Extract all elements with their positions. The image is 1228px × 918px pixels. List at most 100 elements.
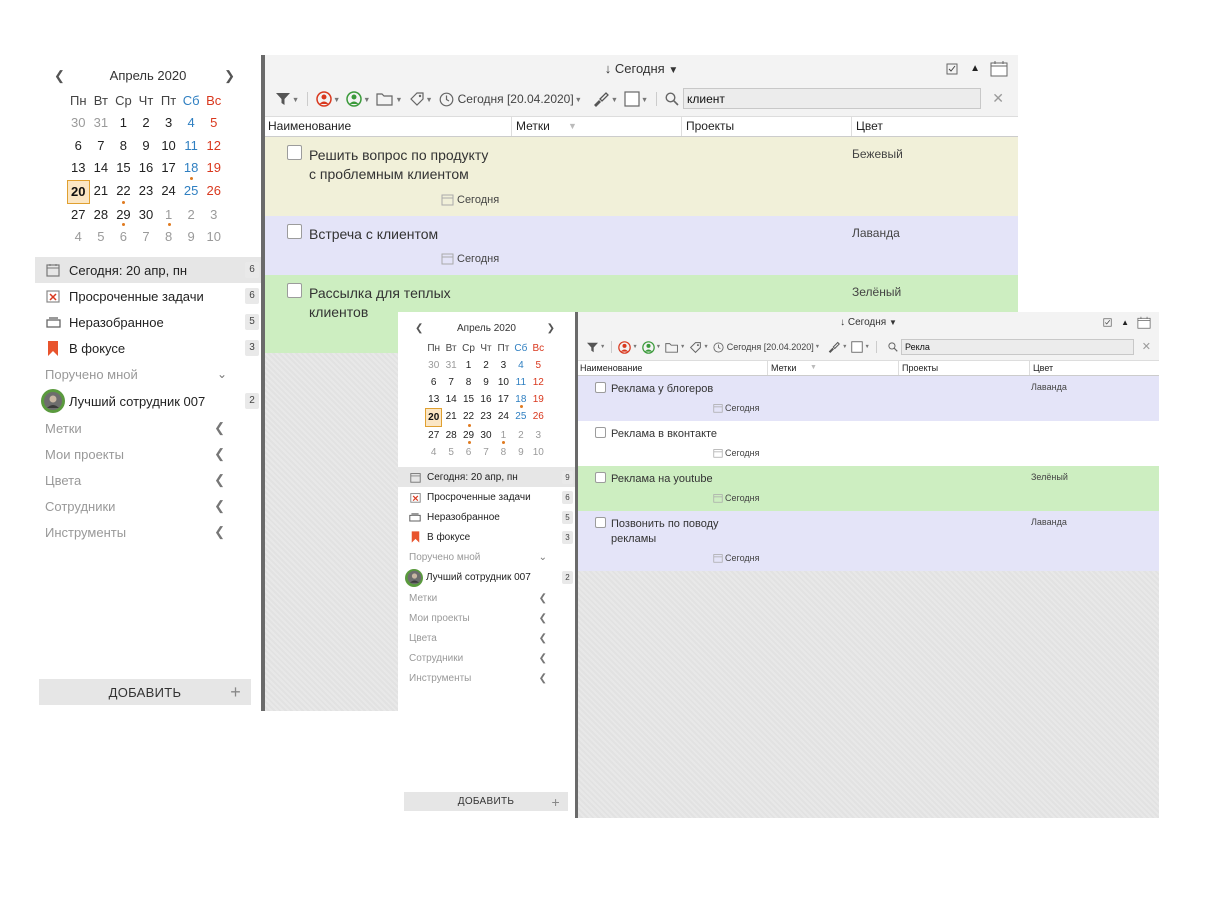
calendar-day[interactable]: 19: [530, 391, 547, 408]
calendar-day[interactable]: 4: [512, 357, 529, 374]
date-filter[interactable]: Сегодня [20.04.2020] ▼: [713, 341, 820, 353]
nav-group-projects[interactable]: Мои проекты ❮: [398, 608, 575, 628]
task-row[interactable]: Реклама в вконтакте Сегодня: [578, 421, 1159, 466]
chevron-left-icon[interactable]: ❮: [539, 653, 547, 664]
column-color[interactable]: Цвет: [852, 117, 1018, 136]
calendar-day[interactable]: 2: [135, 112, 158, 134]
search-input[interactable]: [901, 339, 1134, 355]
calendar-day[interactable]: 15: [112, 157, 135, 179]
task-checkbox[interactable]: [595, 472, 606, 483]
calendar-day[interactable]: 7: [442, 374, 459, 391]
nav-item-overdue[interactable]: Просроченные задачи 6: [398, 487, 575, 507]
checkbox-square-icon[interactable]: ▼: [624, 91, 648, 107]
calendar-day[interactable]: 20: [67, 179, 90, 205]
calendar-day[interactable]: 26: [530, 408, 547, 427]
calendar-day[interactable]: 2: [512, 427, 529, 444]
calendar-day[interactable]: 6: [425, 374, 442, 391]
nav-item-inbox[interactable]: Неразобранное 5: [398, 507, 575, 527]
nav-item-employee[interactable]: Лучший сотрудник 007 2: [398, 567, 575, 588]
brush-icon[interactable]: ▼: [592, 91, 618, 107]
nav-group-tags[interactable]: Метки ❮: [35, 415, 261, 441]
task-row[interactable]: Реклама у блогеров Лаванда Сегодня: [578, 376, 1159, 421]
folder-icon[interactable]: ▼: [376, 92, 403, 106]
nav-group-staff[interactable]: Сотрудники ❮: [398, 648, 575, 668]
nav-group-projects[interactable]: Мои проекты ❮: [35, 441, 261, 467]
calendar-day[interactable]: 9: [477, 374, 494, 391]
calendar-day[interactable]: 1: [112, 112, 135, 134]
calendar-day[interactable]: 10: [495, 374, 512, 391]
chevron-left-icon[interactable]: ❮: [214, 472, 225, 488]
calendar-day[interactable]: 9: [135, 135, 158, 157]
task-checkbox[interactable]: [287, 283, 302, 298]
calendar-day[interactable]: 5: [442, 444, 459, 461]
calendar-day[interactable]: 16: [135, 157, 158, 179]
calendar-day[interactable]: 29: [460, 427, 477, 444]
nav-group-colors[interactable]: Цвета ❮: [398, 628, 575, 648]
calendar-day[interactable]: 7: [90, 135, 113, 157]
calendar-day[interactable]: 26: [202, 180, 225, 204]
checklist-icon[interactable]: [946, 63, 958, 75]
add-button[interactable]: ДОБАВИТЬ +: [404, 792, 568, 811]
calendar-day[interactable]: 4: [425, 444, 442, 461]
calendar-day[interactable]: 18: [180, 157, 203, 181]
calendar-day[interactable]: 27: [67, 204, 90, 226]
calendar-day[interactable]: 22: [112, 180, 135, 205]
task-row[interactable]: Позвонить по поводу рекламы Лаванда Сего…: [578, 511, 1159, 571]
person-red-icon[interactable]: ▼: [316, 91, 340, 107]
calendar-day[interactable]: 1: [495, 427, 512, 444]
calendar-day[interactable]: 8: [112, 135, 135, 157]
nav-item-today[interactable]: Сегодня: 20 апр, пн 9: [398, 467, 575, 487]
calendar-day[interactable]: 11: [512, 374, 529, 391]
column-projects[interactable]: Проекты: [682, 117, 852, 136]
nav-group-assigned[interactable]: Поручено мной ⌄: [35, 361, 261, 387]
calendar-day[interactable]: 28: [442, 427, 459, 444]
calendar-day[interactable]: 11: [180, 135, 203, 157]
nav-group-colors[interactable]: Цвета ❮: [35, 467, 261, 493]
task-checkbox[interactable]: [595, 517, 606, 528]
calendar-day[interactable]: 24: [495, 408, 512, 427]
nav-group-assigned[interactable]: Поручено мной ⌄: [398, 547, 575, 567]
chevron-down-icon[interactable]: ⌄: [539, 552, 547, 563]
calendar-day[interactable]: 30: [477, 427, 494, 444]
brush-icon[interactable]: ▼: [827, 341, 847, 353]
calendar-view-icon[interactable]: [990, 60, 1008, 77]
nav-group-tools[interactable]: Инструменты ❮: [35, 519, 261, 545]
calendar-day[interactable]: 6: [67, 135, 90, 157]
calendar-day[interactable]: 19: [202, 157, 225, 179]
chevron-left-icon[interactable]: ❮: [539, 593, 547, 604]
task-checkbox[interactable]: [287, 145, 302, 160]
task-row[interactable]: Встреча с клиентом Лаванда Сегодня: [265, 216, 1018, 275]
nav-group-staff[interactable]: Сотрудники ❮: [35, 493, 261, 519]
calendar-day[interactable]: 30: [67, 112, 90, 134]
calendar-day[interactable]: 23: [477, 408, 494, 427]
calendar-day[interactable]: 12: [202, 135, 225, 157]
task-checkbox[interactable]: [595, 382, 606, 393]
clear-icon[interactable]: ✕: [992, 90, 1004, 107]
calendar-day[interactable]: 30: [425, 357, 442, 374]
calendar-day[interactable]: 29: [112, 204, 135, 227]
chevron-left-icon[interactable]: ❮: [214, 524, 225, 540]
calendar-day[interactable]: 10: [157, 135, 180, 157]
person-green-icon[interactable]: ▼: [346, 91, 370, 107]
nav-item-focus[interactable]: В фокусе 3: [35, 335, 261, 361]
nav-item-focus[interactable]: В фокусе 3: [398, 527, 575, 547]
calendar-day[interactable]: 21: [442, 408, 459, 427]
task-row[interactable]: Решить вопрос по продукту с проблемным к…: [265, 137, 1018, 216]
filter-icon[interactable]: ▼: [586, 342, 605, 353]
calendar-day[interactable]: 24: [157, 180, 180, 204]
sort-selector[interactable]: ↓ Сегодня ▼: [265, 61, 1018, 76]
collapse-up-icon[interactable]: ▲: [1121, 318, 1129, 327]
calendar-day[interactable]: 31: [442, 357, 459, 374]
calendar-day[interactable]: 5: [90, 226, 113, 248]
chevron-left-icon[interactable]: ❮: [214, 446, 225, 462]
chevron-left-icon[interactable]: ❮: [214, 498, 225, 514]
chevron-down-icon[interactable]: ⌄: [217, 367, 227, 381]
calendar-day[interactable]: 3: [530, 427, 547, 444]
calendar-day[interactable]: 10: [530, 444, 547, 461]
sort-selector[interactable]: ↓ Сегодня ▼: [578, 317, 1159, 328]
calendar-day[interactable]: 15: [460, 391, 477, 408]
task-row[interactable]: Реклама на youtube Зелёный Сегодня: [578, 466, 1159, 511]
calendar-day[interactable]: 16: [477, 391, 494, 408]
nav-item-today[interactable]: Сегодня: 20 апр, пн 6: [35, 257, 261, 283]
column-name[interactable]: Наименование: [265, 117, 512, 136]
